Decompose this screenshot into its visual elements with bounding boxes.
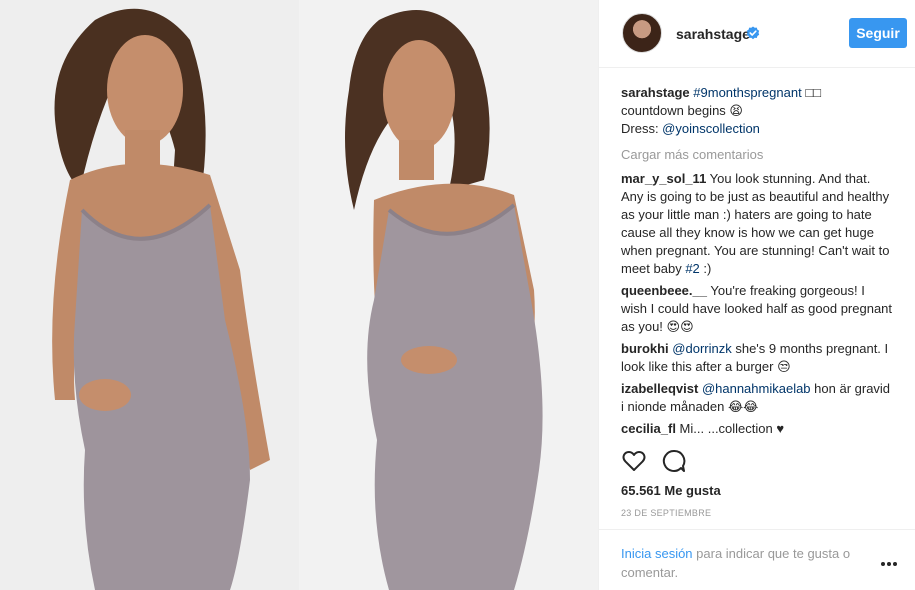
photo-right-pose (299, 0, 598, 590)
post-header: sarahstage Seguir (599, 0, 915, 68)
username-link[interactable]: sarahstage (676, 26, 750, 42)
comment-username[interactable]: izabelleqvist (621, 381, 698, 396)
comment-mention[interactable]: @dorrinzk (672, 341, 731, 356)
post-photo[interactable] (0, 0, 598, 590)
caption-hashtag[interactable]: #9monthspregnant (693, 85, 801, 100)
comment-text: You look stunning. And that. Any is goin… (621, 171, 890, 276)
comment-username[interactable]: queenbeee.__ (621, 283, 707, 298)
login-prompt: Inicia sesión para indicar que te gusta … (621, 544, 876, 582)
more-options-icon[interactable] (879, 557, 899, 569)
caption-dress-label: Dress: (621, 121, 663, 136)
list-item: izabelleqvist @hannahmikaelab hon är gra… (621, 380, 893, 416)
post-actions (621, 448, 701, 474)
comment-icon[interactable] (661, 448, 687, 474)
heart-icon[interactable] (621, 448, 647, 474)
list-item: burokhi @dorrinzk she's 9 months pregnan… (621, 340, 893, 376)
load-more-comments-link[interactable]: Cargar más comentarios (621, 146, 893, 164)
post-side-panel: sarahstage Seguir sarahstage #9monthspre… (598, 0, 915, 590)
comment-username[interactable]: mar_y_sol_11 (621, 171, 706, 186)
likes-count[interactable]: 65.561 Me gusta (621, 483, 721, 498)
comments-list[interactable]: sarahstage #9monthspregnant □□ countdown… (621, 84, 893, 438)
list-item: queenbeee.__ You're freaking gorgeous! I… (621, 282, 893, 336)
follow-button[interactable]: Seguir (849, 18, 907, 48)
caption-username[interactable]: sarahstage (621, 85, 690, 100)
divider (599, 529, 915, 530)
comment-hashtag[interactable]: #2 (685, 261, 699, 276)
post-date[interactable]: 23 DE SEPTIEMBRE (621, 508, 711, 518)
caption: sarahstage #9monthspregnant □□ countdown… (621, 84, 893, 138)
verified-badge-icon (746, 26, 760, 40)
comment-username[interactable]: burokhi (621, 341, 669, 356)
comment-mention[interactable]: @hannahmikaelab (702, 381, 811, 396)
comment-username[interactable]: cecilia_fl (621, 421, 676, 436)
avatar[interactable] (622, 13, 662, 53)
caption-text-2: countdown begins 😫 (621, 103, 743, 118)
comment-text: Mi... ...collection ♥ (675, 421, 785, 436)
instagram-post: sarahstage Seguir sarahstage #9monthspre… (0, 0, 915, 590)
caption-text-1: □□ (801, 85, 822, 100)
list-item: cecilia_fl Mi... ...collection ♥ (621, 420, 893, 438)
comment-text-after: :) (699, 261, 712, 276)
caption-dress-link[interactable]: @yoinscollection (662, 121, 760, 136)
photo-left-pose (0, 0, 299, 590)
login-link[interactable]: Inicia sesión (621, 546, 693, 561)
list-item: mar_y_sol_11 You look stunning. And that… (621, 170, 893, 278)
